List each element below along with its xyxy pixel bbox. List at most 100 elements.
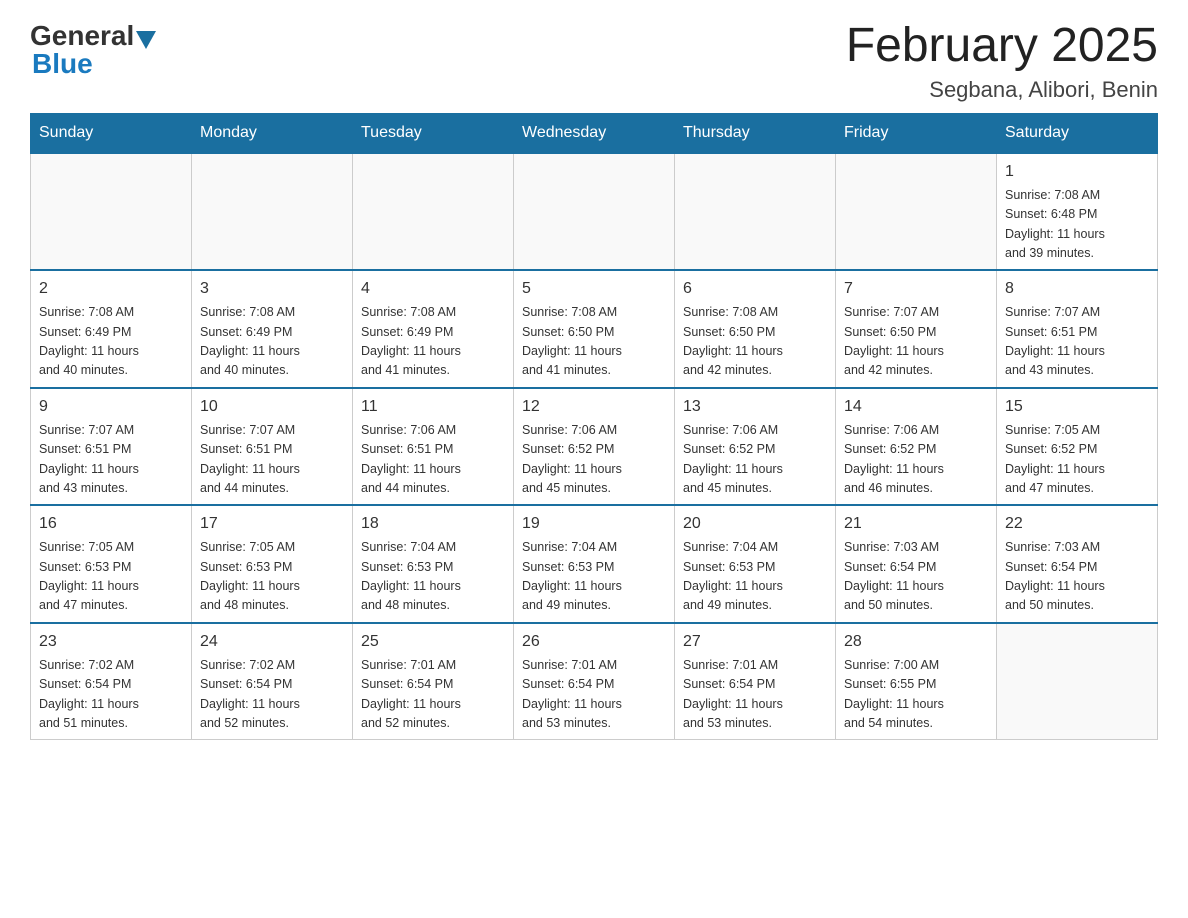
week-row-2: 2Sunrise: 7:08 AM Sunset: 6:49 PM Daylig… xyxy=(31,270,1158,388)
column-header-friday: Friday xyxy=(836,113,997,153)
calendar-cell: 17Sunrise: 7:05 AM Sunset: 6:53 PM Dayli… xyxy=(192,505,353,623)
column-header-saturday: Saturday xyxy=(997,113,1158,153)
calendar-cell xyxy=(353,153,514,271)
calendar-cell: 27Sunrise: 7:01 AM Sunset: 6:54 PM Dayli… xyxy=(675,623,836,740)
calendar-cell: 21Sunrise: 7:03 AM Sunset: 6:54 PM Dayli… xyxy=(836,505,997,623)
week-row-3: 9Sunrise: 7:07 AM Sunset: 6:51 PM Daylig… xyxy=(31,388,1158,506)
calendar-cell: 11Sunrise: 7:06 AM Sunset: 6:51 PM Dayli… xyxy=(353,388,514,506)
calendar-cell xyxy=(675,153,836,271)
day-number: 14 xyxy=(844,395,988,419)
day-number: 3 xyxy=(200,277,344,301)
calendar-cell: 18Sunrise: 7:04 AM Sunset: 6:53 PM Dayli… xyxy=(353,505,514,623)
page-header: General Blue February 2025 Segbana, Alib… xyxy=(30,20,1158,103)
column-header-sunday: Sunday xyxy=(31,113,192,153)
calendar-cell: 6Sunrise: 7:08 AM Sunset: 6:50 PM Daylig… xyxy=(675,270,836,388)
day-number: 19 xyxy=(522,512,666,536)
day-info: Sunrise: 7:07 AM Sunset: 6:51 PM Dayligh… xyxy=(39,421,183,499)
day-number: 26 xyxy=(522,630,666,654)
day-info: Sunrise: 7:03 AM Sunset: 6:54 PM Dayligh… xyxy=(844,538,988,616)
day-info: Sunrise: 7:03 AM Sunset: 6:54 PM Dayligh… xyxy=(1005,538,1149,616)
day-info: Sunrise: 7:02 AM Sunset: 6:54 PM Dayligh… xyxy=(200,656,344,734)
day-info: Sunrise: 7:01 AM Sunset: 6:54 PM Dayligh… xyxy=(522,656,666,734)
calendar-table: SundayMondayTuesdayWednesdayThursdayFrid… xyxy=(30,113,1158,741)
column-header-tuesday: Tuesday xyxy=(353,113,514,153)
calendar-cell xyxy=(997,623,1158,740)
calendar-cell: 5Sunrise: 7:08 AM Sunset: 6:50 PM Daylig… xyxy=(514,270,675,388)
day-info: Sunrise: 7:08 AM Sunset: 6:50 PM Dayligh… xyxy=(522,303,666,381)
day-number: 25 xyxy=(361,630,505,654)
day-info: Sunrise: 7:07 AM Sunset: 6:51 PM Dayligh… xyxy=(200,421,344,499)
day-number: 27 xyxy=(683,630,827,654)
calendar-cell xyxy=(836,153,997,271)
day-number: 23 xyxy=(39,630,183,654)
day-number: 17 xyxy=(200,512,344,536)
day-number: 10 xyxy=(200,395,344,419)
week-row-4: 16Sunrise: 7:05 AM Sunset: 6:53 PM Dayli… xyxy=(31,505,1158,623)
location: Segbana, Alibori, Benin xyxy=(846,77,1158,103)
calendar-cell: 1Sunrise: 7:08 AM Sunset: 6:48 PM Daylig… xyxy=(997,153,1158,271)
day-number: 20 xyxy=(683,512,827,536)
day-number: 22 xyxy=(1005,512,1149,536)
calendar-cell: 23Sunrise: 7:02 AM Sunset: 6:54 PM Dayli… xyxy=(31,623,192,740)
calendar-cell: 9Sunrise: 7:07 AM Sunset: 6:51 PM Daylig… xyxy=(31,388,192,506)
day-info: Sunrise: 7:05 AM Sunset: 6:52 PM Dayligh… xyxy=(1005,421,1149,499)
day-number: 9 xyxy=(39,395,183,419)
column-header-wednesday: Wednesday xyxy=(514,113,675,153)
day-number: 18 xyxy=(361,512,505,536)
column-header-thursday: Thursday xyxy=(675,113,836,153)
day-number: 28 xyxy=(844,630,988,654)
day-info: Sunrise: 7:06 AM Sunset: 6:52 PM Dayligh… xyxy=(683,421,827,499)
day-info: Sunrise: 7:08 AM Sunset: 6:48 PM Dayligh… xyxy=(1005,186,1149,264)
calendar-cell: 24Sunrise: 7:02 AM Sunset: 6:54 PM Dayli… xyxy=(192,623,353,740)
calendar-cell: 16Sunrise: 7:05 AM Sunset: 6:53 PM Dayli… xyxy=(31,505,192,623)
logo-triangle-icon xyxy=(136,31,156,49)
day-number: 15 xyxy=(1005,395,1149,419)
calendar-cell: 13Sunrise: 7:06 AM Sunset: 6:52 PM Dayli… xyxy=(675,388,836,506)
column-header-monday: Monday xyxy=(192,113,353,153)
day-info: Sunrise: 7:06 AM Sunset: 6:51 PM Dayligh… xyxy=(361,421,505,499)
day-info: Sunrise: 7:01 AM Sunset: 6:54 PM Dayligh… xyxy=(683,656,827,734)
day-number: 24 xyxy=(200,630,344,654)
calendar-cell: 7Sunrise: 7:07 AM Sunset: 6:50 PM Daylig… xyxy=(836,270,997,388)
calendar-cell: 28Sunrise: 7:00 AM Sunset: 6:55 PM Dayli… xyxy=(836,623,997,740)
day-number: 4 xyxy=(361,277,505,301)
calendar-cell: 8Sunrise: 7:07 AM Sunset: 6:51 PM Daylig… xyxy=(997,270,1158,388)
day-number: 7 xyxy=(844,277,988,301)
day-info: Sunrise: 7:06 AM Sunset: 6:52 PM Dayligh… xyxy=(522,421,666,499)
day-number: 5 xyxy=(522,277,666,301)
day-info: Sunrise: 7:08 AM Sunset: 6:49 PM Dayligh… xyxy=(200,303,344,381)
calendar-cell xyxy=(514,153,675,271)
day-number: 21 xyxy=(844,512,988,536)
day-info: Sunrise: 7:01 AM Sunset: 6:54 PM Dayligh… xyxy=(361,656,505,734)
day-info: Sunrise: 7:05 AM Sunset: 6:53 PM Dayligh… xyxy=(200,538,344,616)
day-number: 13 xyxy=(683,395,827,419)
calendar-cell: 10Sunrise: 7:07 AM Sunset: 6:51 PM Dayli… xyxy=(192,388,353,506)
day-info: Sunrise: 7:00 AM Sunset: 6:55 PM Dayligh… xyxy=(844,656,988,734)
calendar-cell xyxy=(31,153,192,271)
calendar-cell: 15Sunrise: 7:05 AM Sunset: 6:52 PM Dayli… xyxy=(997,388,1158,506)
day-info: Sunrise: 7:04 AM Sunset: 6:53 PM Dayligh… xyxy=(683,538,827,616)
day-info: Sunrise: 7:04 AM Sunset: 6:53 PM Dayligh… xyxy=(522,538,666,616)
day-number: 2 xyxy=(39,277,183,301)
logo: General Blue xyxy=(30,20,158,80)
title-block: February 2025 Segbana, Alibori, Benin xyxy=(846,20,1158,103)
calendar-cell xyxy=(192,153,353,271)
calendar-cell: 2Sunrise: 7:08 AM Sunset: 6:49 PM Daylig… xyxy=(31,270,192,388)
day-info: Sunrise: 7:02 AM Sunset: 6:54 PM Dayligh… xyxy=(39,656,183,734)
logo-blue-text: Blue xyxy=(30,48,93,80)
calendar-cell: 20Sunrise: 7:04 AM Sunset: 6:53 PM Dayli… xyxy=(675,505,836,623)
calendar-cell: 12Sunrise: 7:06 AM Sunset: 6:52 PM Dayli… xyxy=(514,388,675,506)
day-info: Sunrise: 7:07 AM Sunset: 6:50 PM Dayligh… xyxy=(844,303,988,381)
day-info: Sunrise: 7:08 AM Sunset: 6:49 PM Dayligh… xyxy=(39,303,183,381)
day-info: Sunrise: 7:06 AM Sunset: 6:52 PM Dayligh… xyxy=(844,421,988,499)
day-number: 8 xyxy=(1005,277,1149,301)
week-row-5: 23Sunrise: 7:02 AM Sunset: 6:54 PM Dayli… xyxy=(31,623,1158,740)
calendar-cell: 26Sunrise: 7:01 AM Sunset: 6:54 PM Dayli… xyxy=(514,623,675,740)
calendar-cell: 19Sunrise: 7:04 AM Sunset: 6:53 PM Dayli… xyxy=(514,505,675,623)
day-number: 6 xyxy=(683,277,827,301)
calendar-cell: 3Sunrise: 7:08 AM Sunset: 6:49 PM Daylig… xyxy=(192,270,353,388)
month-title: February 2025 xyxy=(846,20,1158,73)
day-info: Sunrise: 7:04 AM Sunset: 6:53 PM Dayligh… xyxy=(361,538,505,616)
day-number: 1 xyxy=(1005,160,1149,184)
calendar-cell: 22Sunrise: 7:03 AM Sunset: 6:54 PM Dayli… xyxy=(997,505,1158,623)
